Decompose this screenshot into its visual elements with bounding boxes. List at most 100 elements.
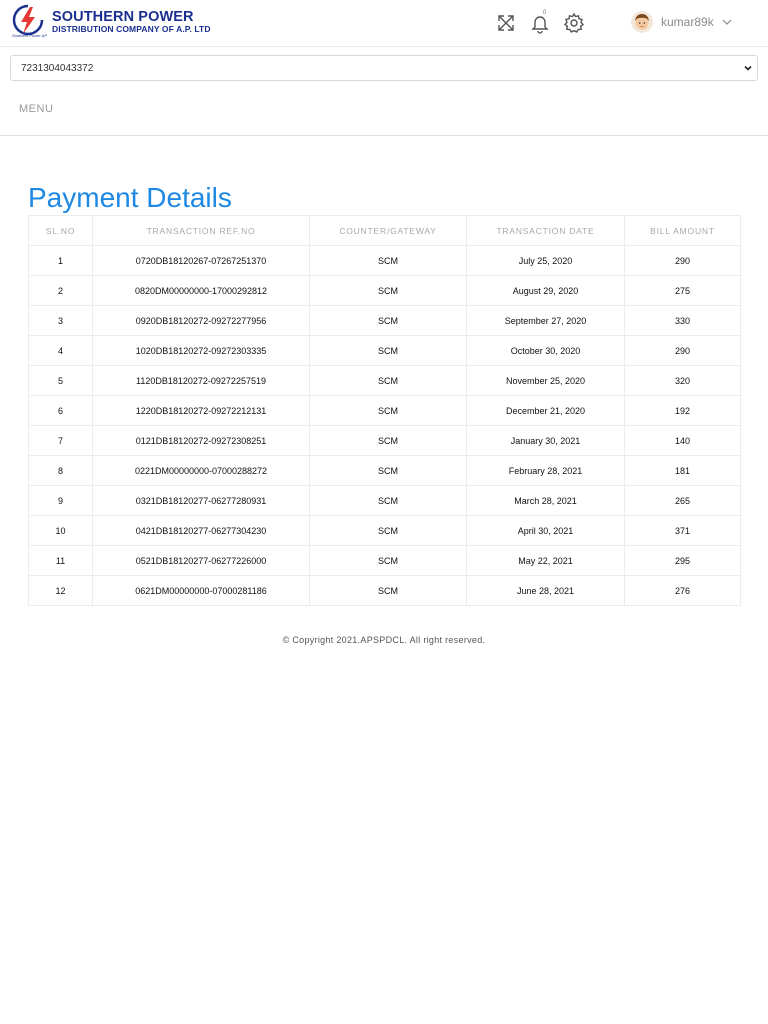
col-header-date: TRANSACTION DATE — [466, 215, 625, 246]
brand-line2: DISTRIBUTION COMPANY OF A.P. LTD — [52, 24, 211, 34]
cell-date: August 29, 2020 — [466, 275, 625, 306]
account-select-value: 7231304043372 — [21, 63, 94, 74]
cell-ref: 0820DM00000000-17000292812 — [92, 275, 310, 306]
fullscreen-icon[interactable] — [495, 12, 517, 34]
col-header-amount: BILL AMOUNT — [624, 215, 741, 246]
username[interactable]: kumar89k — [661, 15, 714, 29]
cell-amount: 371 — [624, 515, 741, 546]
table-row: 9 0321DB18120277-06277280931 SCM March 28, … — [28, 485, 741, 516]
divider — [0, 135, 768, 136]
cell-slno: 6 — [28, 395, 93, 426]
cell-date: November 25, 2020 — [466, 365, 625, 396]
cell-ref: 1120DB18120272-09272257519 — [92, 365, 310, 396]
notification-count: 0 — [543, 10, 547, 16]
cell-slno: 7 — [28, 425, 93, 456]
cell-slno: 8 — [28, 455, 93, 486]
table-row: 11 0521DB18120277-06277226000 SCM May 22, 2… — [28, 545, 741, 576]
cell-amount: 290 — [624, 245, 741, 276]
cell-gateway: SCM — [309, 425, 467, 456]
table-row: 4 1020DB18120272-09272303335 SCM October 30… — [28, 335, 741, 366]
cell-amount: 192 — [624, 395, 741, 426]
brand-tagline: Southern Power AP — [12, 33, 47, 38]
cell-gateway: SCM — [309, 245, 467, 276]
cell-gateway: SCM — [309, 305, 467, 336]
cell-ref: 0621DM00000000-07000281186 — [92, 575, 310, 606]
cell-date: December 21, 2020 — [466, 395, 625, 426]
cell-ref: 0121DB18120272-09272308251 — [92, 425, 310, 456]
cell-slno: 4 — [28, 335, 93, 366]
cell-slno: 2 — [28, 275, 93, 306]
chevron-down-icon — [744, 65, 752, 71]
cell-date: April 30, 2021 — [466, 515, 625, 546]
table-row: 5 1120DB18120272-09272257519 SCM November 2… — [28, 365, 741, 396]
cell-gateway: SCM — [309, 515, 467, 546]
cell-amount: 275 — [624, 275, 741, 306]
cell-date: May 22, 2021 — [466, 545, 625, 576]
cell-gateway: SCM — [309, 485, 467, 516]
cell-gateway: SCM — [309, 455, 467, 486]
cell-amount: 181 — [624, 455, 741, 486]
cell-slno: 5 — [28, 365, 93, 396]
cell-amount: 265 — [624, 485, 741, 516]
notifications-button[interactable]: 0 — [529, 10, 551, 34]
gear-icon[interactable] — [563, 12, 585, 34]
copyright: © Copyright 2021.APSPDCL. All right rese… — [282, 635, 486, 645]
cell-date: March 28, 2021 — [466, 485, 625, 516]
table-row: 1 0720DB18120267-07267251370 SCM July 25, 2… — [28, 245, 741, 276]
cell-slno: 10 — [28, 515, 93, 546]
page-title: Payment Details — [28, 182, 232, 213]
table-row: 6 1220DB18120272-09272212131 SCM December 2… — [28, 395, 741, 426]
cell-gateway: SCM — [309, 335, 467, 366]
col-header-slno: SL.NO — [28, 215, 93, 246]
brand-line1: SOUTHERN POWER — [52, 9, 194, 25]
company-logo[interactable]: SOUTHERN POWER DISTRIBUTION COMPANY OF A… — [10, 4, 210, 40]
cell-gateway: SCM — [309, 395, 467, 426]
cell-slno: 9 — [28, 485, 93, 516]
cell-ref: 0421DB18120277-06277304230 — [92, 515, 310, 546]
account-select[interactable]: 7231304043372 — [10, 55, 758, 81]
table-row: 7 0121DB18120272-09272308251 SCM January 30… — [28, 425, 741, 456]
cell-date: January 30, 2021 — [466, 425, 625, 456]
top-header: SOUTHERN POWER DISTRIBUTION COMPANY OF A… — [0, 0, 768, 47]
table-header-row: SL.NO TRANSACTION REF.NO COUNTER/GATEWAY… — [28, 215, 741, 246]
table-row: 2 0820DM00000000-17000292812 SCM August 29,… — [28, 275, 741, 306]
cell-amount: 320 — [624, 365, 741, 396]
menu-toggle[interactable]: MENU — [19, 103, 53, 115]
payment-table: SL.NO TRANSACTION REF.NO COUNTER/GATEWAY… — [28, 215, 741, 606]
cell-amount: 276 — [624, 575, 741, 606]
cell-ref: 0920DB18120272-09272277956 — [92, 305, 310, 336]
cell-ref: 1220DB18120272-09272212131 — [92, 395, 310, 426]
cell-slno: 11 — [28, 545, 93, 576]
table-row: 12 0621DM00000000-07000281186 SCM June 28, … — [28, 575, 741, 606]
cell-gateway: SCM — [309, 365, 467, 396]
cell-amount: 295 — [624, 545, 741, 576]
cell-ref: 0521DB18120277-06277226000 — [92, 545, 310, 576]
table-row: 3 0920DB18120272-09272277956 SCM September … — [28, 305, 741, 336]
cell-ref: 0720DB18120267-07267251370 — [92, 245, 310, 276]
cell-amount: 140 — [624, 425, 741, 456]
avatar[interactable] — [631, 11, 653, 33]
cell-date: September 27, 2020 — [466, 305, 625, 336]
cell-date: June 28, 2021 — [466, 575, 625, 606]
table-row: 10 0421DB18120277-06277304230 SCM April 30,… — [28, 515, 741, 546]
cell-gateway: SCM — [309, 545, 467, 576]
col-header-ref: TRANSACTION REF.NO — [92, 215, 310, 246]
cell-ref: 0321DB18120277-06277280931 — [92, 485, 310, 516]
cell-slno: 12 — [28, 575, 93, 606]
cell-gateway: SCM — [309, 275, 467, 306]
cell-amount: 330 — [624, 305, 741, 336]
cell-amount: 290 — [624, 335, 741, 366]
cell-gateway: SCM — [309, 575, 467, 606]
cell-slno: 1 — [28, 245, 93, 276]
col-header-gateway: COUNTER/GATEWAY — [309, 215, 467, 246]
chevron-down-icon[interactable] — [721, 16, 733, 28]
logo-bolt-icon — [12, 4, 44, 36]
cell-date: February 28, 2021 — [466, 455, 625, 486]
table-row: 8 0221DM00000000-07000288272 SCM February 2… — [28, 455, 741, 486]
cell-slno: 3 — [28, 305, 93, 336]
cell-date: July 25, 2020 — [466, 245, 625, 276]
cell-date: October 30, 2020 — [466, 335, 625, 366]
bell-icon — [531, 16, 549, 34]
cell-ref: 1020DB18120272-09272303335 — [92, 335, 310, 366]
cell-ref: 0221DM00000000-07000288272 — [92, 455, 310, 486]
